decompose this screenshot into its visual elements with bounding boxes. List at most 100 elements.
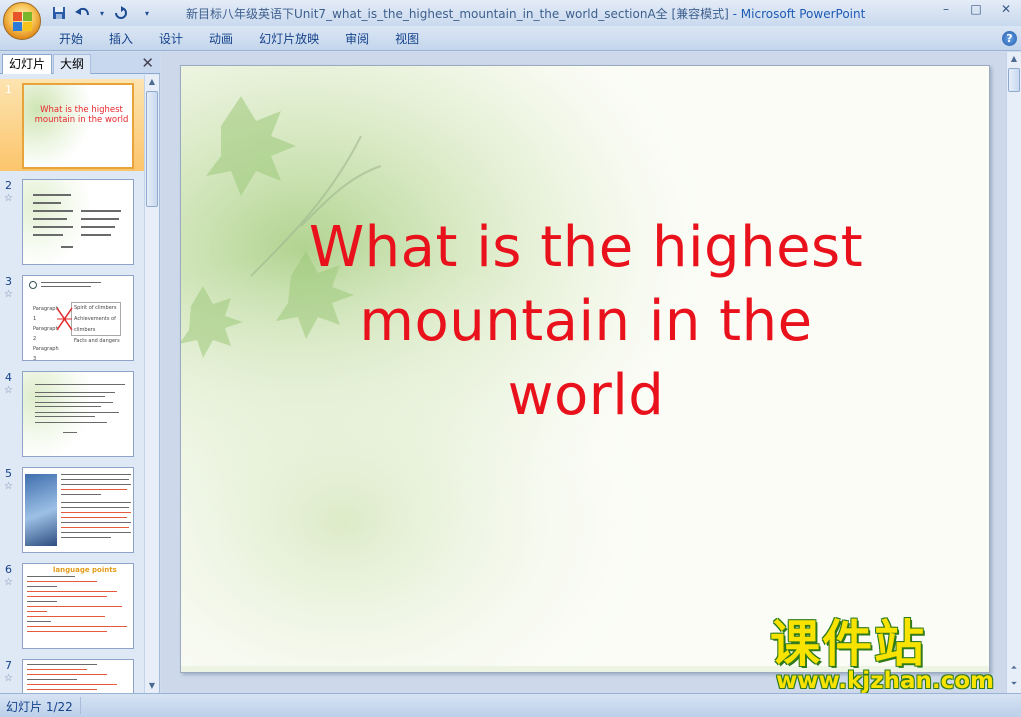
- text-line: [27, 684, 117, 685]
- scrollbar-thumb[interactable]: [146, 91, 158, 207]
- text-line: [81, 226, 115, 228]
- text-line: [35, 392, 115, 393]
- quick-access-toolbar: ▾ ▾: [50, 4, 152, 22]
- text-line: [33, 218, 67, 220]
- thumbnail-row[interactable]: 4 ☆: [0, 367, 144, 463]
- animation-star-icon: ☆: [4, 673, 13, 684]
- tab-view[interactable]: 视图: [382, 30, 432, 48]
- thumbnail-title: What is the highest mountain in the worl…: [34, 105, 129, 125]
- text-line: [61, 507, 129, 508]
- slide-counter: 幻灯片 1/22: [6, 700, 73, 714]
- thumbnail-scrollbar[interactable]: ▲ ▼: [144, 75, 159, 693]
- ribbon-tabs: 开始 插入 设计 动画 幻灯片放映 审阅 视图: [46, 30, 432, 48]
- thumbnail-heading: language points: [53, 566, 117, 574]
- maximize-button[interactable]: □: [961, 0, 991, 20]
- slide-title[interactable]: What is the highest mountain in the worl…: [281, 211, 891, 433]
- text-line: [27, 669, 87, 670]
- ribbon: 开始 插入 设计 动画 幻灯片放映 审阅 视图 ?: [0, 26, 1021, 51]
- text-line: [33, 234, 63, 236]
- text-line: [33, 202, 61, 204]
- customize-toolbar-icon[interactable]: ▾: [142, 4, 152, 22]
- close-button[interactable]: ✕: [991, 0, 1021, 20]
- scroll-up-icon[interactable]: ▲: [145, 75, 159, 89]
- text-line: [35, 402, 113, 403]
- text-line: [61, 527, 129, 528]
- tab-review[interactable]: 审阅: [332, 30, 382, 48]
- text-line: [27, 596, 107, 597]
- thumbnail-row[interactable]: 6 ☆ language points: [0, 559, 144, 655]
- text-line: [27, 626, 127, 627]
- current-slide[interactable]: What is the highest mountain in the worl…: [180, 65, 990, 673]
- undo-dropdown-icon[interactable]: ▾: [98, 4, 106, 22]
- tab-slideshow[interactable]: 幻灯片放映: [246, 30, 332, 48]
- text-line: [61, 474, 131, 475]
- slide-thumbnail[interactable]: What is the highest mountain in the worl…: [22, 83, 134, 169]
- thumbnail-number: 6: [5, 563, 12, 576]
- text-line: [27, 586, 57, 587]
- undo-icon[interactable]: [74, 4, 92, 22]
- text-line: [35, 422, 107, 423]
- slide-scrollbar[interactable]: ▲ ⏶ ⏷: [1006, 52, 1021, 693]
- slide-thumbnail[interactable]: [22, 179, 134, 265]
- thumbnail-row[interactable]: 5 ☆: [0, 463, 144, 559]
- panel-close-icon[interactable]: ✕: [141, 54, 154, 72]
- match-lines-icon: [57, 307, 73, 331]
- slide-thumbnail[interactable]: language points: [22, 563, 134, 649]
- slide-thumbnail[interactable]: Paragraph 1 Paragraph 2 Paragraph 3 Spir…: [22, 275, 134, 361]
- tab-outline[interactable]: 大纲: [53, 54, 92, 74]
- text-line: [63, 432, 77, 433]
- scrollbar-thumb[interactable]: [1008, 68, 1020, 92]
- thumbnail-number: 4: [5, 371, 12, 384]
- text-line: [61, 246, 73, 248]
- text-line: [61, 512, 131, 513]
- tab-design[interactable]: 设计: [146, 30, 196, 48]
- leaf-background: [23, 180, 89, 264]
- tab-animations[interactable]: 动画: [196, 30, 246, 48]
- slide-thumbnail[interactable]: [22, 467, 134, 553]
- watermark-url: www.kjzhan.com: [776, 668, 994, 694]
- slide-thumbnail[interactable]: [22, 659, 134, 693]
- paragraph-label: Paragraph 1: [33, 306, 59, 322]
- tab-slides[interactable]: 幻灯片: [2, 54, 53, 74]
- text-line: [35, 384, 125, 385]
- animation-star-icon: ☆: [4, 577, 13, 588]
- office-button[interactable]: [3, 2, 41, 40]
- help-icon[interactable]: ?: [1002, 31, 1017, 46]
- text-line: [33, 194, 71, 196]
- save-icon[interactable]: [50, 4, 68, 22]
- paragraph-label: Paragraph 3: [33, 346, 59, 361]
- scroll-down-icon[interactable]: ▼: [145, 679, 159, 693]
- animation-star-icon: ☆: [4, 385, 13, 396]
- minimize-button[interactable]: –: [931, 0, 961, 20]
- text-line: [61, 532, 131, 533]
- text-line: [27, 664, 97, 665]
- tab-insert[interactable]: 插入: [96, 30, 146, 48]
- text-line: [61, 517, 127, 518]
- thumbnail-number: 5: [5, 467, 12, 480]
- text-line: [61, 502, 131, 503]
- text-line: [61, 489, 127, 490]
- text-line: [35, 406, 101, 407]
- office-logo-icon: [13, 12, 33, 32]
- thumbnail-row[interactable]: 3 ☆ Paragraph 1 Paragraph 2 Paragraph 3 …: [0, 271, 144, 367]
- scroll-up-icon[interactable]: ▲: [1007, 52, 1021, 66]
- text-line: [35, 412, 119, 413]
- thumbnail-number: 1: [5, 83, 12, 96]
- paragraph-box: Paragraph 1 Paragraph 2 Paragraph 3: [33, 304, 59, 360]
- mountain-image: [25, 474, 57, 546]
- watermark-text: 课件站: [770, 615, 926, 673]
- thumbnail-row[interactable]: 2 ☆: [0, 175, 144, 271]
- text-line: [61, 537, 111, 538]
- thumbnail-row[interactable]: 7 ☆: [0, 655, 144, 693]
- slide-title-line: mountain in the world: [359, 289, 813, 428]
- match-box: Spirit of climbers Achievements of climb…: [71, 302, 121, 344]
- tab-home[interactable]: 开始: [46, 30, 96, 48]
- thumbnail-number: 2: [5, 179, 12, 192]
- text-line: [61, 484, 131, 485]
- redo-icon[interactable]: [112, 4, 130, 22]
- slide-thumbnail[interactable]: [22, 371, 134, 457]
- panel-tabs: 幻灯片 大纲 ✕: [0, 52, 160, 74]
- text-line: [41, 282, 101, 283]
- window-title: 新目标八年级英语下Unit7_what_is_the_highest_mount…: [186, 5, 865, 22]
- thumbnail-row[interactable]: 1 What is the highest mountain in the wo…: [0, 79, 144, 171]
